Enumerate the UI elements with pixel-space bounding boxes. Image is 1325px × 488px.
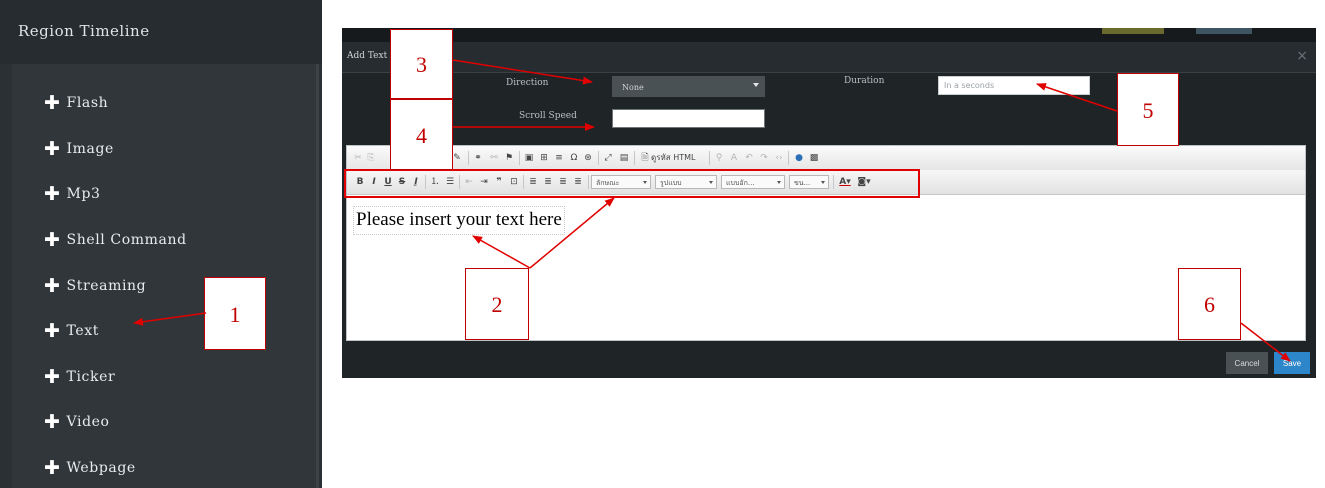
arrow-3 (452, 59, 593, 85)
arrow-6 (1240, 322, 1291, 362)
annotation-arrows (133, 59, 1291, 362)
arrow-1 (133, 312, 207, 326)
arrow-2a (472, 235, 531, 269)
arrow-5 (1036, 83, 1118, 112)
arrow-2b (529, 197, 615, 269)
